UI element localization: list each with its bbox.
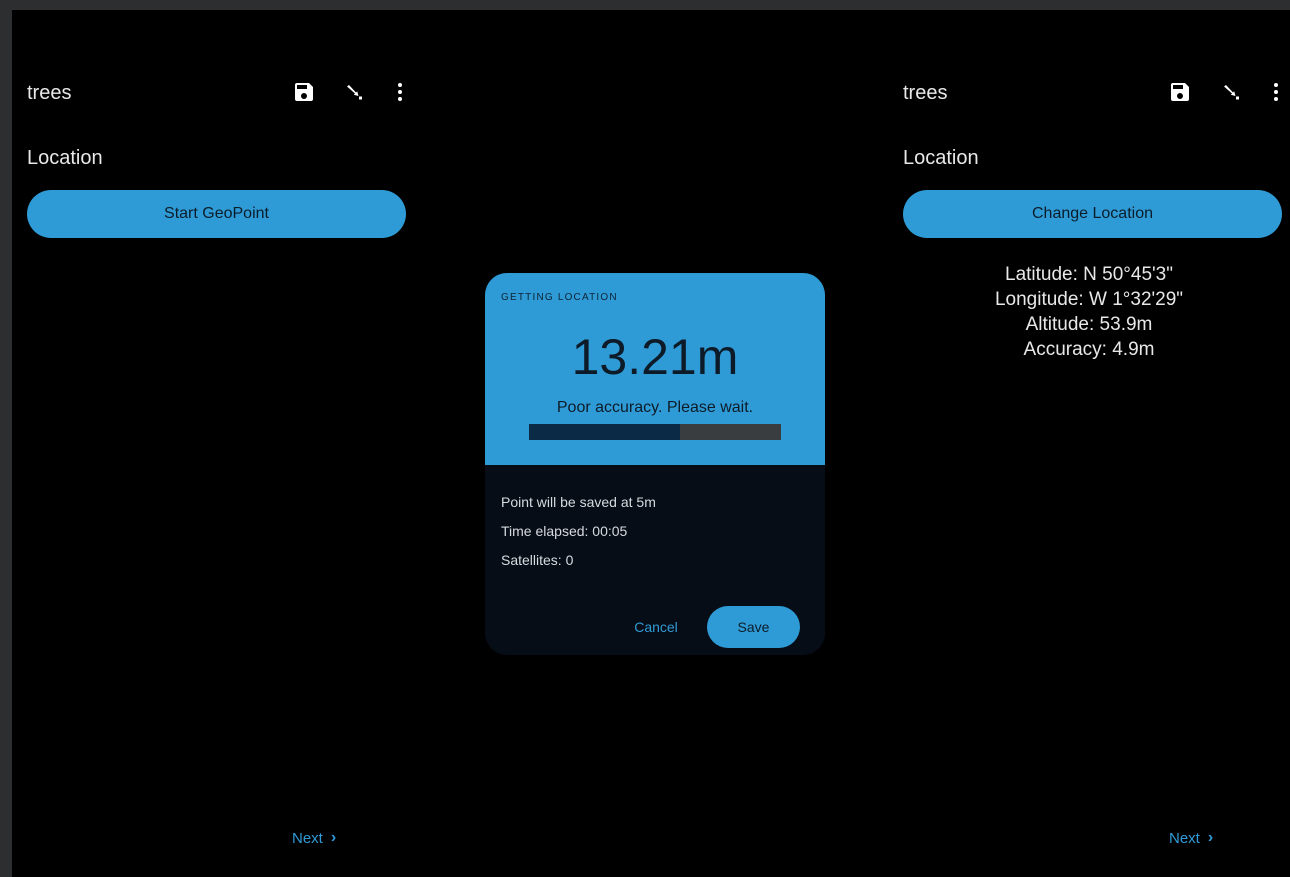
more-vert-icon[interactable] [388,80,412,104]
form-title: trees [27,82,72,104]
accuracy-progress-fill [529,424,681,440]
dialog-header: GETTING LOCATION 13.21m Poor accuracy. P… [485,273,825,465]
next-button[interactable]: Next › [1169,829,1213,847]
next-label: Next [1169,829,1200,847]
change-location-button[interactable]: Change Location [903,190,1282,238]
altitude-text: Altitude: 53.9m [1025,314,1153,335]
longitude-text: Longitude: W 1°32'29" [994,289,1184,310]
location-label: Location [27,147,103,169]
cancel-button[interactable]: Cancel [628,606,684,648]
accuracy-text: Accuracy: 4.9m [1023,339,1155,360]
accuracy-progress-bar [529,424,781,440]
start-geopoint-button[interactable]: Start GeoPoint [27,190,406,238]
coordinates-block: Latitude: N 50°45'3" Longitude: W 1°32'2… [888,262,1290,362]
next-label: Next [292,829,323,847]
go-to-icon[interactable] [1219,80,1243,104]
go-to-icon[interactable] [342,80,366,104]
time-elapsed-text: Time elapsed: 00:05 [501,523,628,539]
left-screen: trees Location Start GeoPoint Next › [12,10,432,877]
save-icon[interactable] [292,80,316,104]
right-screen: trees Location Change Location Latitude:… [888,10,1290,877]
more-vert-icon[interactable] [1264,80,1288,104]
accuracy-status: Poor accuracy. Please wait. [556,399,754,416]
chevron-right-icon: › [1207,829,1214,846]
satellites-text: Satellites: 0 [501,552,574,568]
app-stage: trees Location Start GeoPoint Next › GET… [12,10,1290,877]
latitude-text: Latitude: N 50°45'3" [1005,264,1173,285]
location-label: Location [903,147,979,169]
accuracy-readout: 13.21m [571,329,739,385]
form-title: trees [903,82,948,104]
dialog-caption: GETTING LOCATION [501,292,618,303]
save-icon[interactable] [1168,80,1192,104]
getting-location-dialog: GETTING LOCATION 13.21m Poor accuracy. P… [485,273,825,655]
save-button[interactable]: Save [707,606,800,648]
save-threshold-text: Point will be saved at 5m [501,494,656,510]
chevron-right-icon: › [330,829,337,846]
next-button[interactable]: Next › [292,829,336,847]
